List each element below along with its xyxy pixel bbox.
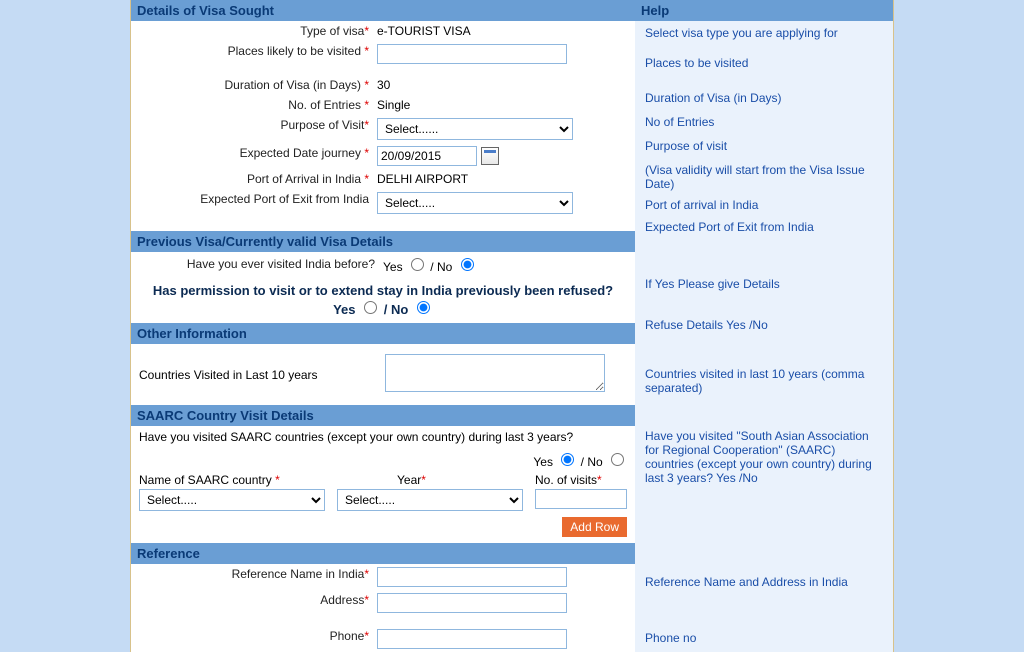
perm-yes-text: Yes — [333, 302, 355, 317]
help-port-arrival: Port of arrival in India — [635, 196, 893, 217]
section-header-help: Help — [635, 0, 893, 21]
help-expected-date: (Visa validity will start from the Visa … — [635, 158, 893, 196]
label-port-exit: Expected Port of Exit from India — [137, 192, 377, 206]
help-visited: If Yes Please give Details — [635, 272, 893, 296]
saarc-year-select[interactable]: Select..... — [337, 489, 523, 511]
add-row-button[interactable]: Add Row — [562, 517, 627, 537]
expected-date-input[interactable] — [377, 146, 477, 166]
help-countries: Countries visited in last 10 years (comm… — [635, 357, 893, 400]
ref-address-input[interactable] — [377, 593, 567, 613]
calendar-icon[interactable] — [481, 147, 499, 165]
help-visa-type: Select visa type you are applying for — [635, 21, 893, 45]
purpose-select[interactable]: Select...... — [377, 118, 573, 140]
help-duration: Duration of Visa (in Days) — [635, 75, 893, 110]
countries-visited-textarea[interactable] — [385, 354, 605, 392]
label-countries-visited: Countries Visited in Last 10 years — [139, 368, 385, 382]
label-places: Places likely to be visited * — [137, 44, 377, 58]
help-entries: No of Entries — [635, 110, 893, 134]
saarc-no-text: No — [587, 455, 602, 469]
value-port-arrival: DELHI AIRPORT — [377, 172, 629, 186]
label-saarc-year: Year* — [337, 473, 535, 487]
perm-yes-radio[interactable] — [364, 301, 377, 314]
label-ref-name: Reference Name in India* — [137, 567, 377, 581]
page-margin-left — [0, 0, 130, 652]
help-places: Places to be visited — [635, 45, 893, 75]
saarc-question: Have you visited SAARC countries (except… — [131, 426, 635, 448]
ref-name-input[interactable] — [377, 567, 567, 587]
label-port-arrival: Port of Arrival in India * — [137, 172, 377, 186]
label-ref-phone: Phone* — [137, 629, 377, 643]
saarc-country-select[interactable]: Select..... — [139, 489, 325, 511]
help-phone: Phone no — [635, 626, 893, 650]
label-saarc-country: Name of SAARC country * — [139, 473, 337, 487]
section-header-saarc: SAARC Country Visit Details — [131, 405, 635, 426]
text-no: No — [437, 260, 452, 274]
label-visited-before: Have you ever visited India before? — [137, 255, 383, 271]
saarc-no-radio[interactable] — [611, 453, 624, 466]
help-ref-name: Reference Name and Address in India — [635, 570, 893, 594]
label-visa-type: Type of visa* — [137, 24, 377, 38]
visited-no-radio[interactable] — [461, 258, 474, 271]
port-exit-select[interactable]: Select..... — [377, 192, 573, 214]
text-slash: / — [430, 260, 437, 274]
label-duration: Duration of Visa (in Days) * — [137, 78, 377, 92]
saarc-visits-input[interactable] — [535, 489, 627, 509]
main-form-area: Details of Visa Sought Type of visa* e-T… — [130, 0, 894, 652]
perm-no-text: No — [391, 302, 408, 317]
saarc-yes-text: Yes — [533, 455, 553, 469]
help-refuse: Refuse Details Yes /No — [635, 296, 893, 337]
value-duration: 30 — [377, 78, 629, 92]
label-entries: No. of Entries * — [137, 98, 377, 112]
section-header-other: Other Information — [131, 323, 635, 344]
section-header-prev: Previous Visa/Currently valid Visa Detai… — [131, 231, 635, 252]
value-entries: Single — [377, 98, 629, 112]
help-port-exit: Expected Port of Exit from India — [635, 217, 893, 239]
section-header-visa: Details of Visa Sought — [131, 0, 635, 21]
saarc-yes-radio[interactable] — [561, 453, 574, 466]
label-saarc-visits: No. of visits* — [535, 473, 627, 487]
permission-question: Has permission to visit or to extend sta… — [131, 277, 635, 298]
ref-phone-input[interactable] — [377, 629, 567, 649]
section-header-reference: Reference — [131, 543, 635, 564]
places-input[interactable] — [377, 44, 567, 64]
perm-no-radio[interactable] — [417, 301, 430, 314]
perm-slash: / — [384, 302, 391, 317]
value-visa-type: e-TOURIST VISA — [377, 24, 629, 38]
label-purpose: Purpose of Visit* — [137, 118, 377, 132]
help-saarc: Have you visited "South Asian Associatio… — [635, 424, 893, 490]
text-yes: Yes — [383, 260, 403, 274]
help-purpose: Purpose of visit — [635, 134, 893, 158]
label-expected-date: Expected Date journey * — [137, 146, 377, 160]
label-ref-address: Address* — [137, 593, 377, 607]
page-margin-right — [894, 0, 1024, 652]
visited-yes-radio[interactable] — [411, 258, 424, 271]
